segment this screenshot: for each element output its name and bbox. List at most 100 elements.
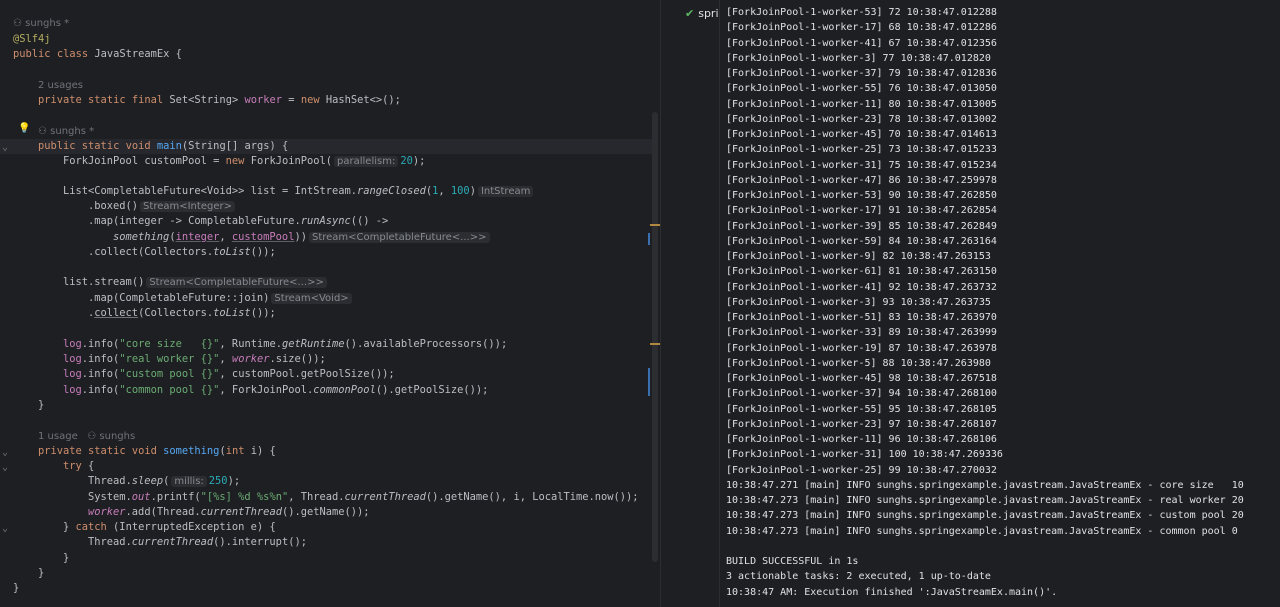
map-lambda: (() -> xyxy=(350,215,389,227)
console-line: [ForkJoinPool-1-worker-59] 84 10:38:47.2… xyxy=(726,235,997,247)
console-line: [ForkJoinPool-1-worker-25] 99 10:38:47.2… xyxy=(726,464,997,476)
console-line: [ForkJoinPool-1-worker-17] 68 10:38:47.0… xyxy=(726,22,997,34)
pool-close: ); xyxy=(412,155,426,167)
log-object: log xyxy=(63,368,82,380)
kw-catch: catch xyxy=(75,521,107,533)
pool-decl: ForkJoinPool customPool = xyxy=(63,155,226,167)
method-collect: collect xyxy=(94,307,139,319)
comma: , xyxy=(438,185,451,197)
code-line-map: .map(integer -> CompletableFuture.runAsy… xyxy=(88,214,388,229)
code-line-class-close: } xyxy=(13,581,19,596)
console-line: [ForkJoinPool-1-worker-45] 98 10:38:47.2… xyxy=(726,373,997,384)
log-string: "custom pool {}" xyxy=(119,368,220,380)
param-customPool: customPool xyxy=(231,231,295,243)
brace: { xyxy=(81,460,95,472)
sleep-close: ); xyxy=(227,475,241,487)
log-object: log xyxy=(63,384,82,396)
kw-field-modifiers: private static final xyxy=(38,94,164,106)
scroll-marker-change[interactable] xyxy=(648,233,650,245)
author-name: sunghs * xyxy=(25,18,70,29)
list-decl: List<CompletableFuture<Void>> list = Int… xyxy=(63,185,358,197)
console-line: 10:38:47.273 [main] INFO sunghs.springex… xyxy=(726,495,1244,506)
console-line: [ForkJoinPool-1-worker-31] 100 10:38:47.… xyxy=(726,449,1003,461)
pool-class: ForkJoinPool( xyxy=(244,155,333,167)
kw-main-modifiers: public static void xyxy=(38,140,151,152)
sleep-millis-value: 250 xyxy=(208,475,228,487)
method-getRuntime: getRuntime xyxy=(281,338,345,350)
scroll-marker-warning[interactable] xyxy=(650,343,660,345)
run-tree-label: spring xyxy=(698,7,719,20)
join-call: .map(CompletableFuture::join) xyxy=(88,292,270,304)
add-call: .add(Thread. xyxy=(125,506,201,518)
collect-close: ()); xyxy=(250,246,276,258)
map-call: .map(integer -> CompletableFuture. xyxy=(88,215,301,227)
kw-class: class xyxy=(56,48,89,60)
console-line: [ForkJoinPool-1-worker-45] 70 10:38:47.0… xyxy=(726,129,997,140)
run-tree-node[interactable]: ✔spring xyxy=(685,7,719,20)
editor-scrollbar[interactable] xyxy=(652,112,658,562)
comma: , xyxy=(219,231,232,243)
code-editor[interactable]: ⚇ sunghs * @Slf4j public class JavaStrea… xyxy=(0,0,660,607)
log-close: , customPool.getPoolSize()); xyxy=(219,368,395,380)
stream-call: list.stream() xyxy=(63,276,145,288)
method-toList: toList xyxy=(213,307,251,319)
runtime: , Runtime. xyxy=(219,338,282,350)
author-hint-main[interactable]: ⚇ sunghs * xyxy=(38,124,94,139)
log-info: .info( xyxy=(81,384,120,396)
fold-chevron-icon[interactable]: ⌄ xyxy=(2,447,8,458)
inlay-hint-type: Stream<Void> xyxy=(271,293,352,304)
console-line: [ForkJoinPool-1-worker-53] 72 10:38:47.0… xyxy=(726,7,997,18)
console-line: [ForkJoinPool-1-worker-41] 67 10:38:47.0… xyxy=(726,37,997,49)
paren: ) xyxy=(469,185,476,197)
check-icon: ✔ xyxy=(685,7,695,20)
console-line: [ForkJoinPool-1-worker-47] 86 10:38:47.2… xyxy=(726,174,997,186)
code-line-log4: log.info("common pool {}", ForkJoinPool.… xyxy=(63,383,488,398)
fold-chevron-icon[interactable]: ⌄ xyxy=(2,523,8,534)
method-name-main: main xyxy=(156,140,182,152)
comma: , xyxy=(219,353,232,365)
slf4j-annotation: @Slf4j xyxy=(13,33,51,45)
console-line: [ForkJoinPool-1-worker-55] 95 10:38:47.2… xyxy=(726,403,997,415)
code-line-interrupt: Thread.currentThread().interrupt(); xyxy=(88,535,307,550)
code-line-stream: list.stream() Stream<CompletableFuture<..… xyxy=(63,275,329,290)
author-name: sunghs * xyxy=(50,126,95,137)
thread-class: , Thread. xyxy=(288,491,345,503)
console-line: [ForkJoinPool-1-worker-55] 76 10:38:47.0… xyxy=(726,83,997,95)
author-hint-top[interactable]: ⚇ sunghs * xyxy=(13,16,69,31)
kw-int: int xyxy=(225,445,245,457)
console-line: [ForkJoinPool-1-worker-17] 91 10:38:47.2… xyxy=(726,205,997,217)
console-line: 10:38:47.273 [main] INFO sunghs.springex… xyxy=(726,510,1244,522)
console-line: [ForkJoinPool-1-worker-33] 89 10:38:47.2… xyxy=(726,327,997,339)
method-commonPool: commonPool xyxy=(313,384,376,396)
console-line: [ForkJoinPool-1-worker-19] 87 10:38:47.2… xyxy=(726,342,997,354)
scroll-marker-warning[interactable] xyxy=(650,224,660,226)
run-panel: ✔spring [ForkJoinPool-1-worker-53] 72 10… xyxy=(661,0,1280,607)
fold-chevron-icon[interactable]: ⌄ xyxy=(2,142,8,153)
code-line-something-call: something(integer, customPool)) Stream<Co… xyxy=(113,230,492,245)
field-out: out xyxy=(131,491,151,503)
code-line-main-close: } xyxy=(38,398,44,413)
field-worker: worker xyxy=(88,506,126,518)
console-line: [ForkJoinPool-1-worker-37] 79 10:38:47.0… xyxy=(726,68,997,79)
lightbulb-icon[interactable]: 💡 xyxy=(18,123,30,134)
log-close: .size()); xyxy=(269,353,326,365)
inlay-hint-type: IntStream xyxy=(477,186,534,197)
console-line: 3 actionable tasks: 2 executed, 1 up-to-… xyxy=(726,571,991,583)
printf-call: .printf( xyxy=(150,491,201,503)
forkjoinpool: , ForkJoinPool. xyxy=(219,384,314,396)
fold-chevron-icon[interactable]: ⌄ xyxy=(2,462,8,473)
brace: } xyxy=(38,567,45,579)
log-close: ().getPoolSize()); xyxy=(375,384,489,396)
code-line-collect2: .collect(Collectors.toList()); xyxy=(88,306,276,321)
usages-hint-worker[interactable]: 2 usages xyxy=(38,78,83,93)
console-line: [ForkJoinPool-1-worker-3] 93 10:38:47.26… xyxy=(726,296,991,308)
scroll-marker-change[interactable] xyxy=(648,368,650,396)
console-line: [ForkJoinPool-1-worker-41] 92 10:38:47.2… xyxy=(726,281,997,293)
console-line: [ForkJoinPool-1-worker-31] 75 10:38:47.0… xyxy=(726,159,997,171)
run-tree: ✔spring xyxy=(661,0,720,607)
user-icon: ⚇ xyxy=(13,18,26,29)
collect-call: .collect(Collectors. xyxy=(88,246,214,258)
usages-hint-something[interactable]: 1 usage ⚇ sunghs xyxy=(38,429,135,444)
field-eq: = xyxy=(282,94,301,106)
console-line: 10:38:47 AM: Execution finished ':JavaSt… xyxy=(726,586,1058,598)
